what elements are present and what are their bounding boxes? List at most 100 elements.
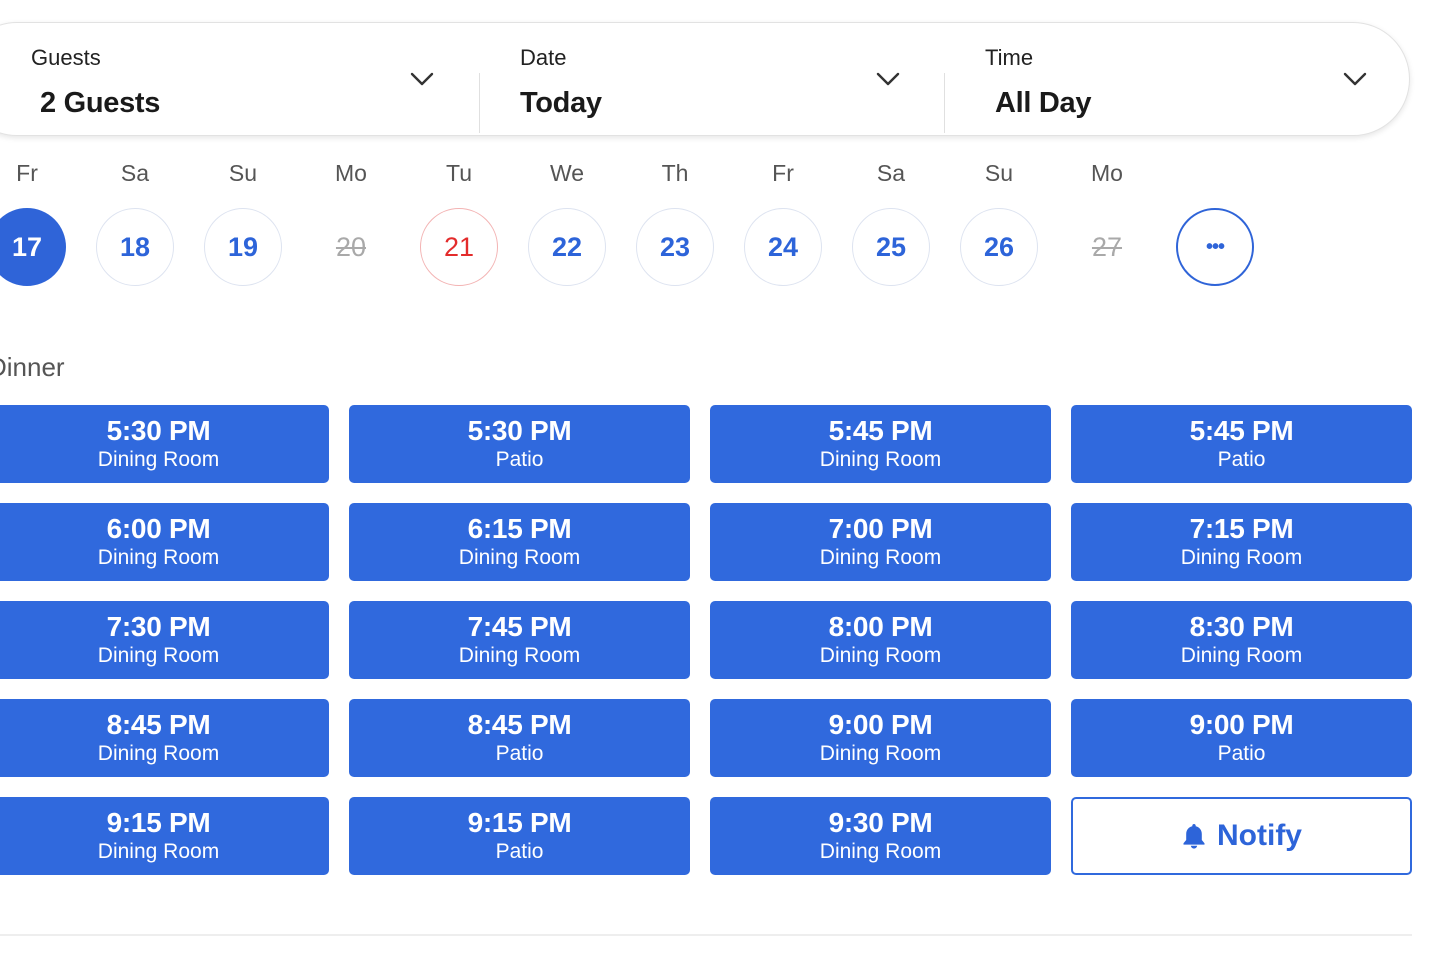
weekday-label: Fr (16, 160, 38, 186)
slot-time: 5:45 PM (828, 415, 933, 446)
time-slot-button[interactable]: 5:45 PM Dining Room (710, 405, 1051, 483)
day-button[interactable]: 25 (852, 208, 930, 286)
weekday-label: Th (661, 160, 689, 186)
slot-time: 8:00 PM (828, 611, 933, 642)
time-slot-button[interactable]: 7:30 PM Dining Room (0, 601, 329, 679)
time-slot-button[interactable]: 5:30 PM Dining Room (0, 405, 329, 483)
slot-time: 5:45 PM (1189, 415, 1294, 446)
slot-room: Dining Room (1180, 546, 1303, 569)
slot-room: Dining Room (97, 742, 220, 765)
section-divider (0, 934, 1412, 936)
slot-time: 5:30 PM (467, 415, 572, 446)
time-value: All Day (995, 87, 1092, 119)
day-button: 27 (1068, 208, 1146, 286)
guests-label: Guests (31, 45, 101, 70)
weekday-label: Sa (120, 160, 150, 186)
weekday-label: Sa (876, 160, 906, 186)
weekday-label: Su (228, 160, 258, 186)
slot-room: Dining Room (458, 546, 581, 569)
time-slot-button[interactable]: 8:45 PM Dining Room (0, 699, 329, 777)
slot-room: Patio (1217, 448, 1266, 471)
day-button[interactable]: 22 (528, 208, 606, 286)
slot-room: Dining Room (819, 742, 942, 765)
time-slot-button[interactable]: 9:00 PM Dining Room (710, 699, 1051, 777)
time-slot-button[interactable]: 7:00 PM Dining Room (710, 503, 1051, 581)
slot-time: 9:00 PM (828, 709, 933, 740)
time-slot-button[interactable]: 9:15 PM Patio (349, 797, 690, 875)
section-title-dinner: Dinner (0, 352, 65, 382)
day-button[interactable]: 19 (204, 208, 282, 286)
slot-room: Patio (495, 742, 544, 765)
time-slot-button[interactable]: 8:30 PM Dining Room (1071, 601, 1412, 679)
slot-room: Dining Room (97, 448, 220, 471)
slot-room: Dining Room (819, 840, 942, 863)
slot-room: Patio (495, 840, 544, 863)
day-button[interactable]: 21 (420, 208, 498, 286)
slot-room: Dining Room (458, 644, 581, 667)
weekday-label: Tu (446, 160, 472, 186)
reservation-widget: Guests 2 Guests Date Today Time All Day … (0, 0, 1456, 972)
slot-time: 6:15 PM (467, 513, 572, 544)
slot-time: 7:45 PM (467, 611, 572, 642)
slot-room: Dining Room (97, 840, 220, 863)
time-selector[interactable]: Time All Day (985, 45, 1380, 125)
day-button[interactable]: 23 (636, 208, 714, 286)
weekday-label: Fr (772, 160, 794, 186)
notify-button[interactable]: Notify (1071, 797, 1412, 875)
time-slot-button[interactable]: 5:30 PM Patio (349, 405, 690, 483)
chevron-down-icon (876, 72, 900, 86)
slot-room: Dining Room (97, 546, 220, 569)
weekday-label: Mo (335, 160, 367, 186)
slot-room: Dining Room (1180, 644, 1303, 667)
day-button[interactable]: 26 (960, 208, 1038, 286)
guests-value: 2 Guests (40, 87, 161, 119)
slot-time: 5:30 PM (106, 415, 211, 446)
time-slot-button[interactable]: 9:15 PM Dining Room (0, 797, 329, 875)
day-button: 20 (312, 208, 390, 286)
time-slot-button[interactable]: 5:45 PM Patio (1071, 405, 1412, 483)
time-slot-button[interactable]: 9:30 PM Dining Room (710, 797, 1051, 875)
date-label: Date (520, 45, 567, 70)
weekday-label: Su (984, 160, 1014, 186)
notify-label: Notify (1217, 819, 1302, 852)
time-slot-button[interactable]: 7:45 PM Dining Room (349, 601, 690, 679)
day-button[interactable]: 18 (96, 208, 174, 286)
slot-time: 8:30 PM (1189, 611, 1294, 642)
time-slot-button[interactable]: 6:15 PM Dining Room (349, 503, 690, 581)
slot-room: Patio (495, 448, 544, 471)
slot-time: 9:15 PM (106, 807, 211, 838)
chevron-down-icon (1343, 72, 1367, 86)
time-slot-button[interactable]: 9:00 PM Patio (1071, 699, 1412, 777)
slot-time: 8:45 PM (106, 709, 211, 740)
slot-room: Dining Room (97, 644, 220, 667)
time-slot-button[interactable]: 7:15 PM Dining Room (1071, 503, 1412, 581)
chevron-down-icon (410, 72, 434, 86)
time-slot-button[interactable]: 8:00 PM Dining Room (710, 601, 1051, 679)
weekday-label: We (549, 160, 585, 186)
slot-time: 6:00 PM (106, 513, 211, 544)
slot-time: 7:15 PM (1189, 513, 1294, 544)
filter-divider (479, 73, 480, 133)
slot-time: 8:45 PM (467, 709, 572, 740)
time-label: Time (985, 45, 1034, 70)
bell-icon (1183, 824, 1205, 849)
slot-room: Dining Room (819, 644, 942, 667)
search-filter-bar: Guests 2 Guests Date Today Time All Day (0, 22, 1410, 136)
time-slot-button[interactable]: 6:00 PM Dining Room (0, 503, 329, 581)
filter-divider (944, 73, 945, 133)
time-slot-button[interactable]: 8:45 PM Patio (349, 699, 690, 777)
slot-room: Dining Room (819, 448, 942, 471)
slot-time: 7:00 PM (828, 513, 933, 544)
more-dates-button[interactable]: ••• (1176, 208, 1254, 286)
weekday-label: Mo (1091, 160, 1123, 186)
slot-time: 7:30 PM (106, 611, 211, 642)
slot-time: 9:15 PM (467, 807, 572, 838)
slot-room: Dining Room (819, 546, 942, 569)
day-button[interactable]: 17 (0, 208, 66, 286)
slot-room: Patio (1217, 742, 1266, 765)
slot-time: 9:30 PM (828, 807, 933, 838)
day-button[interactable]: 24 (744, 208, 822, 286)
slot-time: 9:00 PM (1189, 709, 1294, 740)
guests-selector[interactable]: Guests 2 Guests (31, 45, 441, 125)
date-selector[interactable]: Date Today (520, 45, 910, 125)
